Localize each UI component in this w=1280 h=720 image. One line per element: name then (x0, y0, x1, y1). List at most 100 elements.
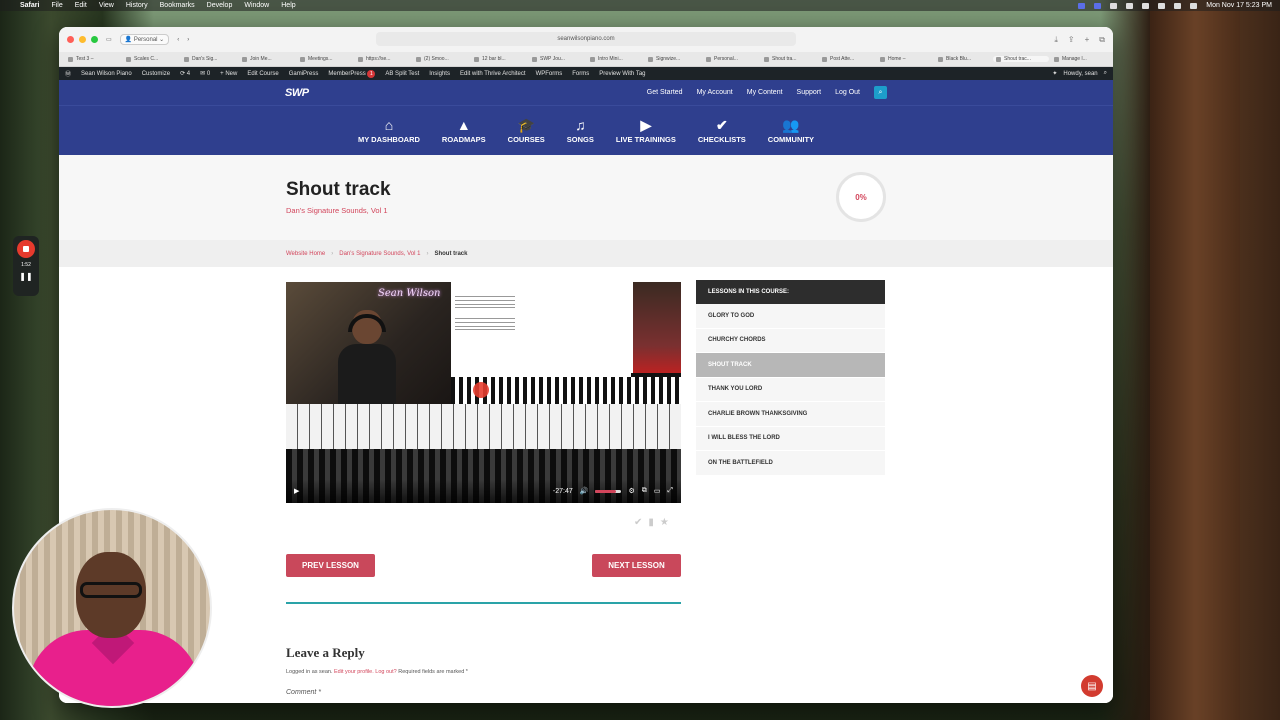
chat-launcher-button[interactable]: ▤ (1081, 675, 1103, 697)
settings-gear-icon[interactable]: ⚙ (628, 487, 634, 495)
site-search-button[interactable]: ⌕ (874, 86, 887, 99)
menu-bookmarks[interactable]: Bookmarks (160, 2, 195, 9)
admin-customize[interactable]: Customize (142, 71, 170, 77)
admin-comments[interactable]: ✉ 0 (200, 70, 210, 77)
search-icon[interactable]: ⌕ (1104, 70, 1107, 77)
admin-new[interactable]: + New (220, 71, 237, 77)
status-icon[interactable] (1094, 2, 1102, 9)
lesson-item[interactable]: CHURCHY CHORDS (696, 328, 885, 353)
link-my-content[interactable]: My Content (747, 89, 783, 96)
prev-lesson-button[interactable]: PREV LESSON (286, 554, 375, 577)
admin-edit-course[interactable]: Edit Course (247, 71, 278, 77)
new-tab-icon[interactable]: + (1085, 35, 1090, 45)
volume-slider[interactable] (595, 489, 622, 493)
link-log-out[interactable]: Log Out (835, 89, 860, 96)
link-get-started[interactable]: Get Started (647, 89, 683, 96)
browser-tab[interactable]: Manage l... (1051, 56, 1107, 62)
browser-tab[interactable]: (2) Smoo... (413, 56, 469, 62)
logout-link[interactable]: Log out? (375, 669, 396, 675)
wordpress-icon[interactable]: Ⓦ (65, 69, 71, 78)
stop-recording-button[interactable] (17, 240, 35, 258)
ai-sparkle-icon[interactable]: ✦ (1052, 70, 1057, 77)
lesson-item[interactable]: I WILL BLESS THE LORD (696, 426, 885, 451)
forward-icon[interactable]: › (187, 37, 189, 43)
video-player[interactable]: Sean Wilson ▶ -27:47 🔊 ⚙ ⧉ ▭ ⤢ (286, 282, 681, 503)
admin-ab-split[interactable]: AB Split Test (385, 71, 419, 77)
sidebar-toggle-icon[interactable]: ▭ (106, 36, 112, 43)
admin-forms[interactable]: Forms (572, 71, 589, 77)
browser-tab[interactable]: Home – (877, 56, 933, 62)
browser-tab[interactable]: SWP Jou... (529, 56, 585, 62)
browser-tab[interactable]: Signwize... (645, 56, 701, 62)
tab-overview-icon[interactable]: ⧉ (1099, 35, 1105, 45)
browser-tab[interactable]: Personal... (703, 56, 759, 62)
admin-updates[interactable]: ⟳ 4 (180, 70, 190, 77)
status-icon[interactable] (1126, 2, 1134, 9)
download-icon[interactable]: ⤓ (1054, 35, 1058, 45)
nav-courses[interactable]: 🎓 COURSES (508, 118, 545, 144)
webcam-overlay[interactable] (12, 508, 212, 708)
wifi-icon[interactable] (1158, 2, 1166, 9)
browser-tab[interactable]: Post Atte... (819, 56, 875, 62)
browser-tab[interactable]: Dan's Sig... (181, 56, 237, 62)
picture-in-picture-icon[interactable]: ⧉ (642, 487, 647, 495)
minimize-window-button[interactable] (79, 36, 86, 43)
admin-insights[interactable]: Insights (429, 71, 450, 77)
profile-selector[interactable]: 👤 Personal ⌄ (119, 34, 170, 45)
menu-edit[interactable]: Edit (75, 2, 87, 9)
nav-songs[interactable]: ♫ SONGS (567, 118, 594, 144)
lesson-item[interactable]: THANK YOU LORD (696, 377, 885, 402)
airplay-icon[interactable]: ▭ (654, 487, 661, 495)
browser-tab[interactable]: Test 3 – (65, 56, 121, 62)
edit-profile-link[interactable]: Edit your profile. (334, 669, 374, 675)
address-bar[interactable]: seanwilsonpiano.com (376, 32, 796, 46)
browser-tab[interactable]: Scales C... (123, 56, 179, 62)
control-center-icon[interactable] (1190, 2, 1198, 9)
link-my-account[interactable]: My Account (697, 89, 733, 96)
menubar-clock[interactable]: Mon Nov 17 5:23 PM (1206, 2, 1272, 9)
nav-my-dashboard[interactable]: ⌂ MY DASHBOARD (358, 118, 420, 144)
browser-tab[interactable]: Meetings... (297, 56, 353, 62)
admin-site-name[interactable]: Sean Wilson Piano (81, 71, 132, 77)
menu-history[interactable]: History (126, 2, 148, 9)
lesson-item[interactable]: ON THE BATTLEFIELD (696, 451, 885, 476)
mark-complete-icon[interactable]: ✔ (634, 517, 642, 528)
status-icon[interactable] (1078, 2, 1086, 9)
admin-preview-tag[interactable]: Preview With Tag (599, 71, 645, 77)
admin-memberpress[interactable]: MemberPress 1 (328, 69, 376, 78)
breadcrumb-course[interactable]: Dan's Signature Sounds, Vol 1 (339, 251, 420, 257)
course-subtitle[interactable]: Dan's Signature Sounds, Vol 1 (286, 206, 388, 215)
menu-help[interactable]: Help (281, 2, 295, 9)
battery-icon[interactable] (1174, 2, 1182, 9)
lesson-item[interactable]: GLORY TO GOD (696, 304, 885, 329)
lesson-item[interactable]: CHARLIE BROWN THANKSGIVING (696, 402, 885, 427)
browser-tab[interactable]: 12 bar bl... (471, 56, 527, 62)
browser-tab[interactable]: Join Me... (239, 56, 295, 62)
admin-howdy[interactable]: Howdy, sean (1063, 71, 1097, 77)
bookmark-icon[interactable]: ▮ (648, 517, 654, 528)
browser-tab[interactable]: Shout tra... (761, 56, 817, 62)
menu-window[interactable]: Window (244, 2, 269, 9)
play-icon[interactable]: ▶ (294, 487, 299, 495)
share-icon[interactable]: ⇪ (1068, 35, 1075, 45)
next-lesson-button[interactable]: NEXT LESSON (592, 554, 681, 577)
nav-roadmaps[interactable]: ▲ ROADMAPS (442, 118, 486, 144)
browser-tab[interactable]: Intro Mini... (587, 56, 643, 62)
close-window-button[interactable] (67, 36, 74, 43)
nav-community[interactable]: 👥 COMMUNITY (768, 118, 814, 144)
status-icon[interactable] (1142, 2, 1150, 9)
zoom-window-button[interactable] (91, 36, 98, 43)
admin-gamipress[interactable]: GamiPress (289, 71, 319, 77)
link-support[interactable]: Support (797, 89, 822, 96)
status-icon[interactable] (1110, 2, 1118, 9)
site-logo[interactable]: SWP (285, 87, 309, 99)
browser-tab-active[interactable]: Shout trac... (993, 56, 1049, 62)
breadcrumb-home[interactable]: Website Home (286, 251, 325, 257)
volume-icon[interactable]: 🔊 (580, 487, 589, 495)
admin-thrive[interactable]: Edit with Thrive Architect (460, 71, 526, 77)
lesson-item-active[interactable]: SHOUT TRACK (696, 353, 885, 378)
nav-checklists[interactable]: ✔ CHECKLISTS (698, 118, 746, 144)
menu-develop[interactable]: Develop (207, 2, 233, 9)
pause-icon[interactable]: ❚❚ (19, 272, 32, 281)
menu-file[interactable]: File (51, 2, 62, 9)
